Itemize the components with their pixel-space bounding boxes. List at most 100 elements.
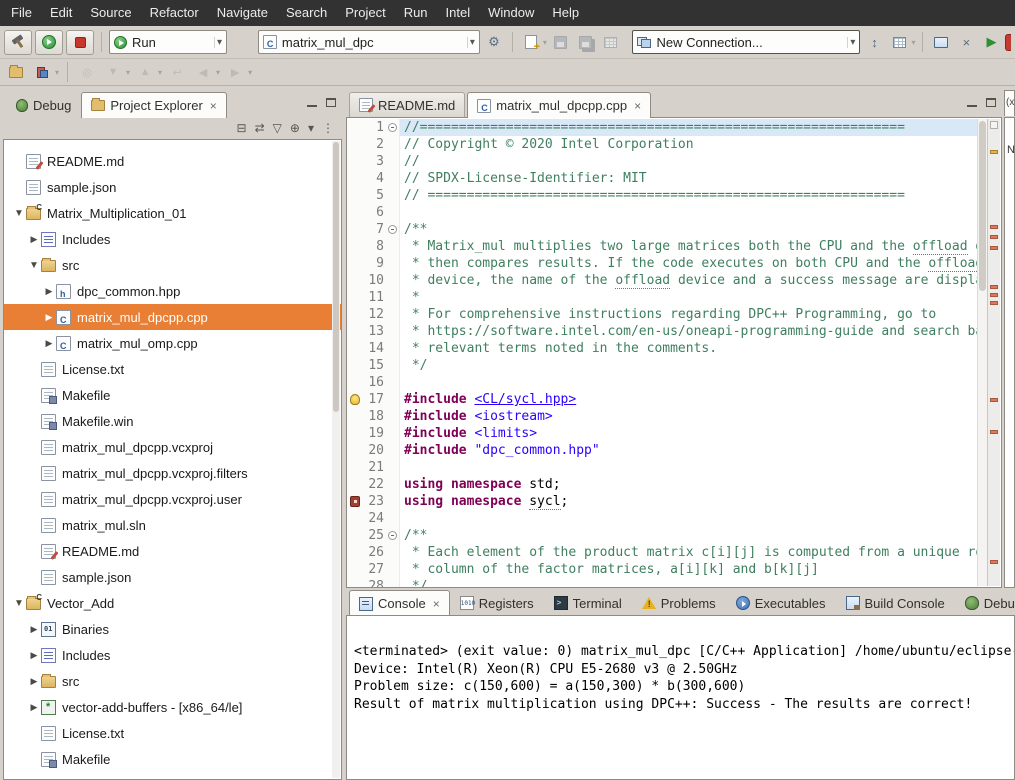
minimize-icon[interactable]	[307, 98, 317, 107]
tree-item-license-txt[interactable]: License.txt	[4, 720, 341, 746]
menu-navigate[interactable]: Navigate	[208, 0, 277, 26]
tree-item-sample-json[interactable]: sample.json	[4, 174, 341, 200]
menu-project[interactable]: Project	[336, 0, 394, 26]
tree-item-sample-json[interactable]: sample.json	[4, 564, 341, 590]
tab-terminal[interactable]: Terminal	[544, 590, 632, 615]
tree-collapsed-arrow-icon[interactable]: ▶	[27, 676, 41, 687]
tree-item-makefile[interactable]: Makefile	[4, 382, 341, 408]
tree-item-readme-md[interactable]: README.md	[4, 148, 341, 174]
tab-project-explorer[interactable]: Project Explorer ×	[81, 92, 227, 118]
menu-intel[interactable]: Intel	[437, 0, 480, 26]
tree-item-license-txt[interactable]: License.txt	[4, 356, 341, 382]
menu-help[interactable]: Help	[543, 0, 588, 26]
fold-collapse-icon[interactable]	[388, 225, 397, 234]
tree-collapsed-arrow-icon[interactable]: ▶	[27, 624, 41, 635]
code-line-11[interactable]: 11 *	[347, 289, 977, 306]
tree-item-matrix-mul-dpcpp-vcxproj-filters[interactable]: matrix_mul_dpcpp.vcxproj.filters	[4, 460, 341, 486]
tree-item-src[interactable]: ▶src	[4, 668, 341, 694]
mark-occurrences-button[interactable]	[31, 61, 53, 83]
code-line-7[interactable]: 7/**	[347, 221, 977, 238]
code-line-4[interactable]: 4// SPDX-License-Identifier: MIT	[347, 170, 977, 187]
code-line-6[interactable]: 6	[347, 204, 977, 221]
tree-collapsed-arrow-icon[interactable]: ▶	[42, 286, 56, 297]
maximize-icon[interactable]	[326, 98, 336, 107]
overview-marker[interactable]	[990, 293, 998, 297]
overview-marker[interactable]	[990, 246, 998, 250]
overview-marker[interactable]	[990, 301, 998, 305]
tab-readme-md[interactable]: README.md	[349, 92, 465, 117]
open-console-button[interactable]	[930, 31, 952, 53]
forward-button[interactable]: ▶	[224, 61, 246, 83]
chevron-down-icon[interactable]: ▾	[467, 37, 475, 48]
bulb-marker-icon[interactable]	[350, 394, 360, 405]
tree-item-matrix-mul-dpcpp-cpp[interactable]: ▶matrix_mul_dpcpp.cpp	[4, 304, 341, 330]
tree-expanded-arrow-icon[interactable]: ▼	[12, 208, 26, 219]
filter-icon[interactable]: ▽	[273, 121, 282, 135]
tree-item-vector-add[interactable]: ▼Vector_Add	[4, 590, 341, 616]
launch-target-combo[interactable]: matrix_mul_dpc ▾	[258, 30, 480, 54]
overview-marker[interactable]	[990, 235, 998, 239]
code-line-24[interactable]: 24	[347, 510, 977, 527]
tab-console[interactable]: Console×	[349, 590, 450, 615]
code-line-3[interactable]: 3//	[347, 153, 977, 170]
menu-search[interactable]: Search	[277, 0, 336, 26]
clipped-toolbar-icon[interactable]	[1005, 34, 1011, 51]
code-line-1[interactable]: 1//=====================================…	[347, 119, 977, 136]
code-line-28[interactable]: 28 */	[347, 578, 977, 587]
code-line-10[interactable]: 10 * device, the name of the offload dev…	[347, 272, 977, 289]
tree-collapsed-arrow-icon[interactable]: ▶	[27, 234, 41, 245]
spell-marker-icon[interactable]	[350, 496, 360, 507]
code-line-25[interactable]: 25/**	[347, 527, 977, 544]
menu-window[interactable]: Window	[479, 0, 543, 26]
previous-annotation-button[interactable]: ▲	[134, 61, 156, 83]
sort-button[interactable]: ↕	[863, 31, 885, 53]
launch-settings-button[interactable]: ⚙	[483, 31, 505, 53]
tab-debug[interactable]: Debug	[6, 92, 81, 117]
code-line-14[interactable]: 14 * relevant terms noted in the comment…	[347, 340, 977, 357]
new-wizard-button[interactable]	[520, 31, 542, 53]
close-icon[interactable]: ×	[210, 99, 217, 113]
code-line-2[interactable]: 2// Copyright © 2020 Intel Corporation	[347, 136, 977, 153]
code-line-15[interactable]: 15 */	[347, 357, 977, 374]
code-line-19[interactable]: 19#include <limits>	[347, 425, 977, 442]
code-line-20[interactable]: 20#include "dpc_common.hpp"	[347, 442, 977, 459]
menu-file[interactable]: File	[2, 0, 41, 26]
tree-scrollbar[interactable]	[332, 141, 340, 778]
search-button[interactable]: ◎	[76, 61, 98, 83]
fold-collapse-icon[interactable]	[388, 531, 397, 540]
code-line-21[interactable]: 21	[347, 459, 977, 476]
code-line-9[interactable]: 9 * then compares results. If the code e…	[347, 255, 977, 272]
tree-expanded-arrow-icon[interactable]: ▼	[12, 598, 26, 609]
add-icon[interactable]: ⊕	[290, 121, 300, 135]
annotation-summary-icon[interactable]	[990, 121, 998, 129]
play-button[interactable]: ▶	[980, 31, 1002, 53]
tree-collapsed-arrow-icon[interactable]: ▶	[42, 312, 56, 323]
tree-collapsed-arrow-icon[interactable]: ▶	[42, 338, 56, 349]
link-with-editor-icon[interactable]: ⇄	[255, 121, 265, 135]
scrollbar-thumb[interactable]	[979, 121, 986, 291]
tree-item-matrix-multiplication-01[interactable]: ▼Matrix_Multiplication_01	[4, 200, 341, 226]
view-menu-icon[interactable]: ⋮	[322, 121, 334, 135]
tree-item-matrix-mul-dpcpp-vcxproj-user[interactable]: matrix_mul_dpcpp.vcxproj.user	[4, 486, 341, 512]
code-line-13[interactable]: 13 * https://software.intel.com/en-us/on…	[347, 323, 977, 340]
print-button[interactable]	[600, 31, 622, 53]
tab-variables-clipped[interactable]: (x	[1004, 90, 1015, 116]
save-all-button[interactable]	[575, 31, 597, 53]
tree-item-makefile-win[interactable]: Makefile.win	[4, 408, 341, 434]
chevron-down-icon[interactable]: ▾	[911, 38, 915, 47]
last-edit-location-button[interactable]: ↩	[166, 61, 188, 83]
tree-item-matrix-mul-dpcpp-vcxproj[interactable]: matrix_mul_dpcpp.vcxproj	[4, 434, 341, 460]
tree-item-binaries[interactable]: ▶Binaries	[4, 616, 341, 642]
overview-ruler[interactable]	[987, 119, 1000, 586]
overview-marker[interactable]	[990, 150, 998, 154]
view-menu-chevron-icon[interactable]: ▾	[308, 121, 314, 135]
build-button[interactable]	[4, 30, 32, 55]
code-editor[interactable]: 1//=====================================…	[346, 117, 1002, 588]
code-line-26[interactable]: 26 * Each element of the product matrix …	[347, 544, 977, 561]
maximize-icon[interactable]	[986, 98, 996, 107]
new-connection-combo[interactable]: New Connection... ▾	[632, 30, 860, 54]
close-icon[interactable]: ×	[433, 597, 440, 611]
close-icon[interactable]: ×	[634, 99, 641, 113]
tab-build-console[interactable]: Build Console	[836, 590, 955, 615]
cut-button[interactable]: ×	[955, 31, 977, 53]
